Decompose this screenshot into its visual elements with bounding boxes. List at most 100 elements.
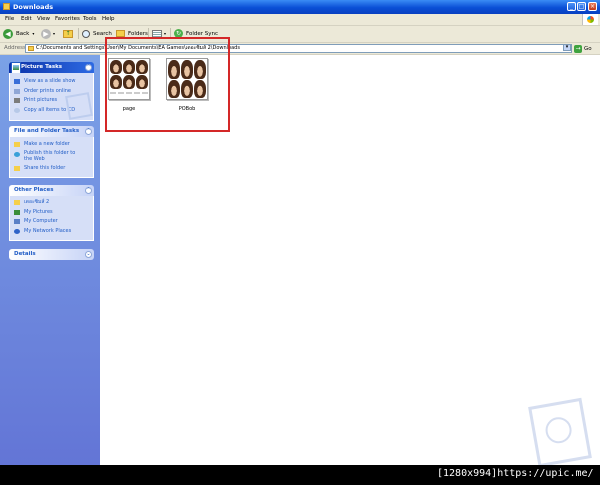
address-path: C:\Documents and Settings\User\My Docume…	[36, 45, 240, 51]
toolbar: ◀ Back ▾ ▶ ▾ ↑ Search Folders ▾ ↻ Folder…	[0, 26, 600, 43]
other-places-panel: Other Places ⌃ เดอะซิมส์ 2 My Pictures M…	[9, 185, 94, 241]
collapse-icon[interactable]: ⌃	[85, 187, 92, 194]
picture-tasks-body: View as a slide show Order prints online…	[9, 73, 94, 121]
search-icon	[82, 29, 90, 38]
menu-edit[interactable]: Edit	[21, 16, 32, 23]
address-label: Address	[4, 45, 26, 51]
cd-icon	[14, 107, 20, 113]
up-folder-button[interactable]: ↑	[63, 28, 73, 39]
back-arrow-icon: ◀	[3, 28, 13, 39]
forward-arrow-icon: ▶	[41, 28, 51, 39]
share-folder-icon	[14, 165, 20, 171]
task-slide-show[interactable]: View as a slide show	[10, 77, 93, 87]
image-caption: [1280x994]https://upic.me/	[437, 468, 594, 479]
place-label: My Pictures	[24, 208, 53, 215]
place-my-pictures[interactable]: My Pictures	[10, 208, 93, 218]
search-label: Search	[93, 30, 112, 37]
maximize-button[interactable]: □	[577, 2, 586, 11]
place-label: My Computer	[24, 218, 58, 224]
up-folder-icon: ↑	[63, 29, 73, 38]
menu-favorites[interactable]: Favorites	[55, 16, 80, 23]
expand-icon[interactable]: ⌄	[85, 251, 92, 258]
minimize-button[interactable]: _	[567, 2, 576, 11]
task-label: View as a slide show	[24, 78, 76, 84]
slideshow-icon	[14, 79, 20, 84]
forward-button[interactable]: ▶ ▾	[41, 28, 55, 39]
file-list-view: page POBob	[100, 37, 600, 465]
file-item[interactable]: page	[104, 58, 154, 112]
printer-icon	[14, 98, 20, 103]
image-thumbnail	[166, 58, 208, 100]
menu-file[interactable]: File	[5, 16, 14, 23]
file-item[interactable]: POBob	[162, 58, 212, 112]
go-label: Go	[584, 45, 592, 52]
place-label: เดอะซิมส์ 2	[24, 199, 50, 205]
place-label: My Network Places	[24, 227, 72, 234]
collapse-icon[interactable]: ⌃	[85, 64, 92, 71]
address-bar: Address C:\Documents and Settings\User\M…	[0, 43, 600, 55]
folder-icon	[3, 3, 10, 10]
my-pictures-icon	[14, 209, 20, 215]
computer-icon	[14, 219, 20, 224]
file-folder-tasks-body: Make a new folder Publish this folder to…	[9, 137, 94, 178]
folder-sync-button[interactable]: ↻ Folder Sync	[174, 28, 218, 39]
place-my-computer[interactable]: My Computer	[10, 217, 93, 227]
folder-icon	[28, 46, 34, 51]
details-title: Details	[14, 251, 36, 257]
sync-icon: ↻	[174, 29, 183, 38]
title-bar[interactable]: Downloads _ □ ×	[0, 0, 600, 14]
task-publish-web[interactable]: Publish this folder to the Web	[10, 150, 84, 163]
chevron-down-icon: ▾	[53, 31, 56, 36]
folders-button[interactable]: Folders	[116, 28, 148, 39]
toolbar-separator	[78, 28, 79, 39]
go-button[interactable]: → Go	[574, 44, 592, 53]
address-input[interactable]: C:\Documents and Settings\User\My Docume…	[25, 44, 572, 53]
folder-watermark-icon	[528, 397, 592, 465]
other-places-title: Other Places	[14, 187, 54, 193]
picture-tasks-panel: Picture Tasks ⌃ View as a slide show Ord…	[9, 62, 94, 121]
address-dropdown-icon[interactable]: ▾	[563, 44, 571, 51]
details-panel: Details ⌄	[9, 249, 94, 260]
folders-icon	[116, 30, 125, 37]
folder-icon	[14, 200, 20, 205]
views-button[interactable]: ▾	[152, 28, 166, 39]
place-sims-folder[interactable]: เดอะซิมส์ 2	[10, 198, 93, 208]
task-share-folder[interactable]: Share this folder	[10, 164, 93, 174]
picture-tasks-header[interactable]: Picture Tasks ⌃	[9, 62, 94, 74]
windows-logo-icon	[582, 14, 598, 25]
file-folder-tasks-panel: File and Folder Tasks ⌃ Make a new folde…	[9, 126, 94, 178]
other-places-body: เดอะซิมส์ 2 My Pictures My Computer My N…	[9, 196, 94, 241]
task-label: Share this folder	[24, 164, 66, 171]
toolbar-separator	[170, 28, 171, 39]
menu-view[interactable]: View	[37, 16, 50, 23]
folder-sync-label: Folder Sync	[186, 30, 219, 37]
menu-tools[interactable]: Tools	[83, 16, 97, 23]
go-arrow-icon: →	[574, 44, 582, 53]
views-icon	[152, 29, 162, 38]
task-label: Print pictures	[24, 97, 58, 103]
picture-tasks-title: Picture Tasks	[21, 64, 63, 70]
chevron-down-icon: ▾	[164, 31, 167, 36]
window-title: Downloads	[13, 3, 54, 11]
task-new-folder[interactable]: Make a new folder	[10, 140, 93, 150]
details-header[interactable]: Details ⌄	[9, 249, 94, 260]
other-places-header[interactable]: Other Places ⌃	[9, 185, 94, 196]
collapse-icon[interactable]: ⌃	[85, 128, 92, 135]
folders-label: Folders	[128, 30, 148, 37]
menu-bar: File Edit View Favorites Tools Help	[0, 14, 600, 26]
back-button[interactable]: ◀ Back ▾	[3, 28, 34, 39]
image-thumbnail	[108, 58, 150, 100]
close-button[interactable]: ×	[588, 2, 597, 11]
back-label: Back	[16, 30, 30, 37]
place-my-network[interactable]: My Network Places	[10, 227, 93, 237]
file-folder-tasks-header[interactable]: File and Folder Tasks ⌃	[9, 126, 94, 137]
task-label: Publish this folder to the Web	[24, 149, 76, 163]
task-label: Order prints online	[24, 87, 71, 94]
explorer-window: Downloads _ □ × File Edit View Favorites…	[0, 0, 600, 465]
chevron-down-icon: ▾	[32, 31, 35, 36]
file-folder-tasks-title: File and Folder Tasks	[14, 128, 80, 134]
search-button[interactable]: Search	[82, 28, 112, 39]
menu-help[interactable]: Help	[102, 16, 115, 23]
order-prints-icon	[14, 88, 20, 94]
task-label: Make a new folder	[24, 141, 70, 147]
